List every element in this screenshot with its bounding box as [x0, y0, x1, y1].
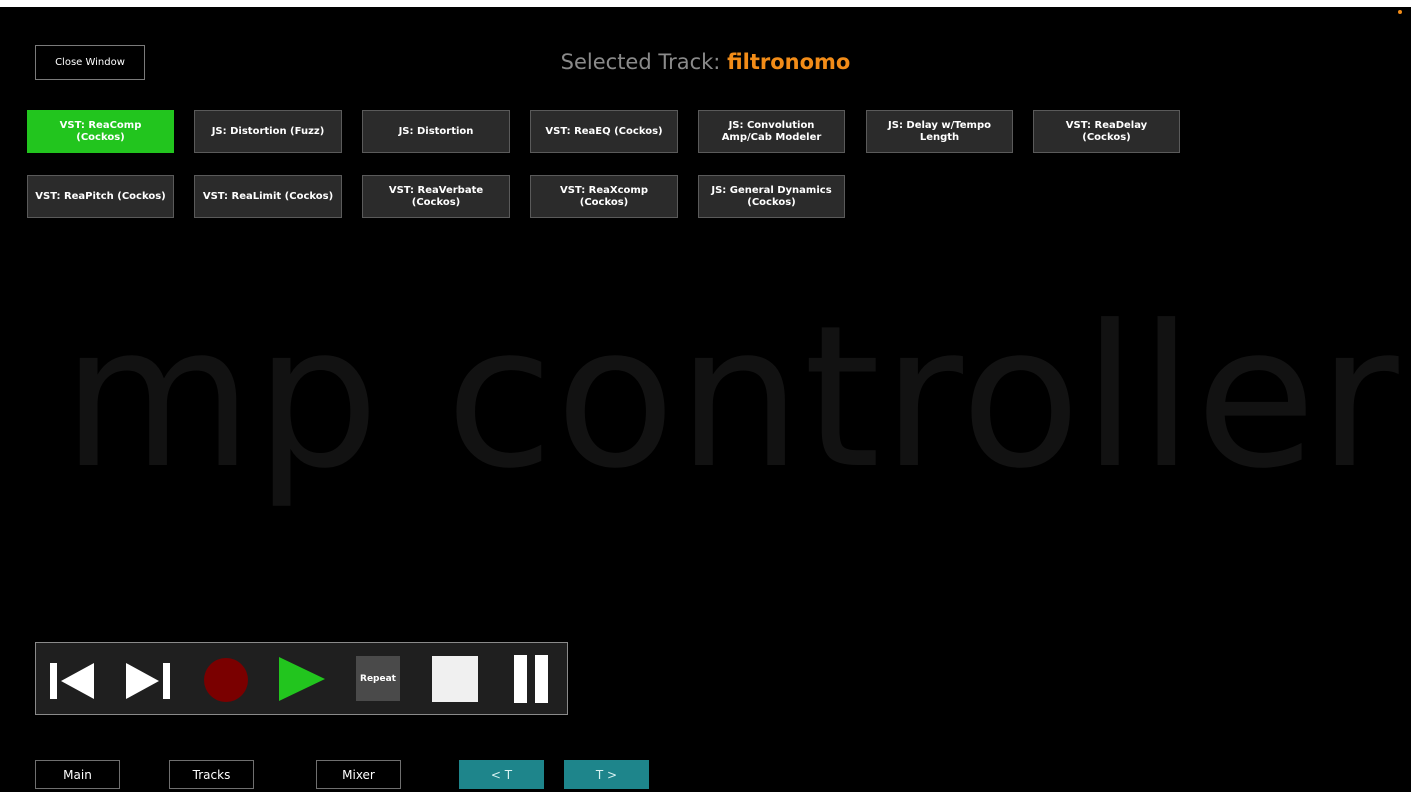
nav-mixer-button[interactable]: Mixer: [316, 760, 401, 789]
prev-track-button[interactable]: < T: [459, 760, 544, 789]
transport-bar: Repeat: [35, 642, 568, 715]
fx-button-distortion-fuzz[interactable]: JS: Distortion (Fuzz): [194, 110, 342, 153]
fx-button-general-dynamics[interactable]: JS: General Dynamics (Cockos): [698, 175, 845, 218]
page-title: Selected Track: filtronomo: [0, 47, 1411, 77]
stop-icon[interactable]: [432, 656, 478, 702]
play-icon[interactable]: [278, 656, 326, 702]
skip-forward-icon[interactable]: [125, 662, 171, 700]
title-prefix: Selected Track:: [560, 50, 721, 74]
fx-button-realimit[interactable]: VST: ReaLimit (Cockos): [194, 175, 342, 218]
fx-button-reacomp[interactable]: VST: ReaComp (Cockos): [27, 110, 174, 153]
fx-button-reapitch[interactable]: VST: ReaPitch (Cockos): [27, 175, 174, 218]
status-dot-icon: [1398, 10, 1402, 14]
watermark-text: mp controller: [62, 284, 1401, 512]
fx-button-delay-tempo-length[interactable]: JS: Delay w/Tempo Length: [866, 110, 1013, 153]
selected-track-name: filtronomo: [727, 50, 851, 74]
fx-button-reaverbate[interactable]: VST: ReaVerbate (Cockos): [362, 175, 510, 218]
next-track-button[interactable]: T >: [564, 760, 649, 789]
pause-icon[interactable]: [514, 655, 550, 703]
nav-main-button[interactable]: Main: [35, 760, 120, 789]
record-icon[interactable]: [203, 657, 249, 703]
fx-button-distortion[interactable]: JS: Distortion: [362, 110, 510, 153]
repeat-button[interactable]: Repeat: [356, 656, 400, 701]
window-top-strip: [0, 0, 1411, 7]
fx-button-reaeq[interactable]: VST: ReaEQ (Cockos): [530, 110, 678, 153]
nav-tracks-button[interactable]: Tracks: [169, 760, 254, 789]
fx-button-reaxcomp[interactable]: VST: ReaXcomp (Cockos): [530, 175, 678, 218]
fx-button-readelay[interactable]: VST: ReaDelay (Cockos): [1033, 110, 1180, 153]
skip-back-icon[interactable]: [49, 662, 95, 700]
fx-button-convolution-amp-cab[interactable]: JS: Convolution Amp/Cab Modeler: [698, 110, 845, 153]
